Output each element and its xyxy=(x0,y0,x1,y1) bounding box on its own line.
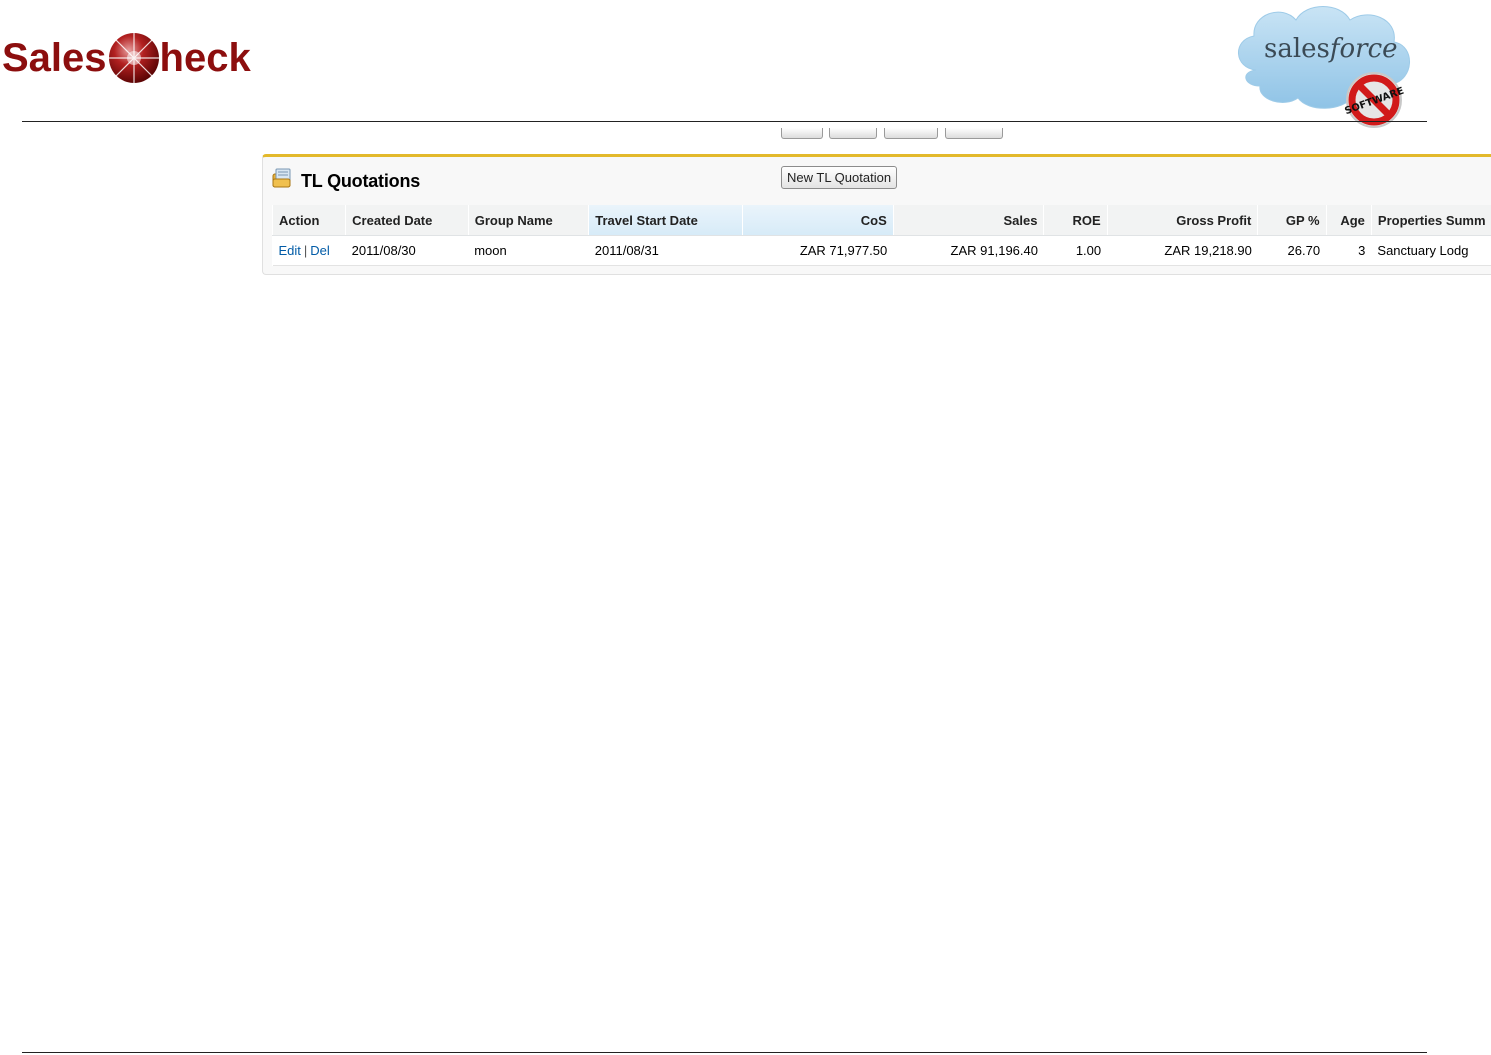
action-separator: | xyxy=(303,243,308,258)
gross-profit-cell: ZAR 19,218.90 xyxy=(1107,235,1258,266)
column-header-cos[interactable]: CoS xyxy=(742,205,894,236)
column-header-group-name[interactable]: Group Name xyxy=(467,205,589,236)
roe-cell: 1.00 xyxy=(1043,235,1108,266)
edit-link[interactable]: Edit xyxy=(279,243,301,258)
related-list-title: TL Quotations xyxy=(301,171,421,191)
properties-summary-cell: Sanctuary Lodg xyxy=(1371,235,1491,266)
action-cell: Edit | Del xyxy=(272,235,346,266)
quotation-icon xyxy=(272,168,291,188)
no-software-icon: SOFTWARE xyxy=(1343,72,1406,128)
cos-cell: ZAR 71,977.50 xyxy=(742,235,894,266)
column-header-properties-summary[interactable]: Properties Summ xyxy=(1370,205,1491,236)
table-row: Edit | Del 2011/08/30 moon 2011/08/31 ZAR … xyxy=(272,235,1491,266)
salescheck-logo: Sales heck xyxy=(2,30,251,86)
group-name-cell: moon xyxy=(468,235,589,266)
partial-button-1[interactable] xyxy=(781,128,823,139)
logo-text-heck: heck xyxy=(159,36,251,80)
sales-cell: ZAR 91,196.40 xyxy=(893,235,1044,266)
partial-button-2[interactable] xyxy=(829,128,877,139)
created-date-cell: 2011/08/30 xyxy=(345,235,469,266)
salesforce-wordmark: salesforce xyxy=(1264,34,1398,64)
table-header-row: Action Created Date Group Name Travel St… xyxy=(271,205,1491,236)
delete-link[interactable]: Del xyxy=(310,243,330,258)
column-header-sales[interactable]: Sales xyxy=(892,205,1044,236)
age-cell: 3 xyxy=(1326,235,1372,266)
tl-quotations-table: Action Created Date Group Name Travel St… xyxy=(271,205,1491,266)
tl-quotations-related-list: TL Quotations New TL Quotation Action Cr… xyxy=(262,154,1491,275)
gp-percent-cell: 26.70 xyxy=(1257,235,1327,266)
column-header-created-date[interactable]: Created Date xyxy=(345,205,469,236)
header-divider xyxy=(22,121,1427,122)
travel-start-date-cell: 2011/08/31 xyxy=(588,235,743,266)
column-header-roe[interactable]: ROE xyxy=(1043,205,1108,236)
logo-text-sales: Sales xyxy=(2,36,107,80)
new-tl-quotation-button[interactable]: New TL Quotation xyxy=(781,166,898,189)
partial-button-3[interactable] xyxy=(884,128,938,139)
partial-button-4[interactable] xyxy=(945,128,1003,139)
column-header-action: Action xyxy=(271,205,346,236)
column-header-age[interactable]: Age xyxy=(1325,205,1372,236)
globe-logo-icon xyxy=(108,33,159,83)
footer-divider xyxy=(22,1052,1427,1053)
column-header-gp-percent[interactable]: GP % xyxy=(1257,205,1327,236)
salesforce-no-software-logo: salesforce SOFTWARE xyxy=(1226,0,1416,134)
column-header-gross-profit[interactable]: Gross Profit xyxy=(1106,205,1258,236)
column-header-travel-start-date[interactable]: Travel Start Date xyxy=(588,205,743,236)
